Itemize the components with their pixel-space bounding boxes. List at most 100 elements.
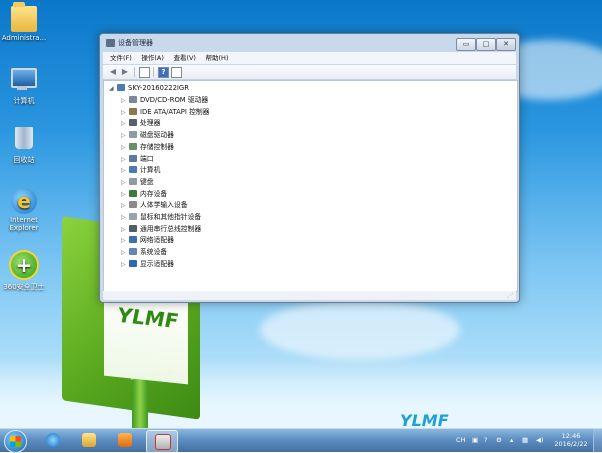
computer-icon-wrap [11,68,37,94]
tree-item[interactable]: ▷ 内存设备 [121,189,167,200]
user-folder-icon [11,2,37,32]
tree-item[interactable]: ▷ 通用串行总线控制器 [121,224,201,235]
tree-root-label: SKY-20160222IGR [128,84,189,92]
tree-item[interactable]: ▷ 显示适配器 [121,259,174,270]
taskbar-media-player[interactable] [110,430,140,451]
expand-arrow-icon[interactable]: ▷ [121,142,129,153]
expand-arrow-icon[interactable]: ▷ [121,224,129,235]
minimize-button[interactable]: ▭ [456,38,476,51]
tree-item[interactable]: ▷ 磁盘驱动器 [121,130,174,141]
tree-item[interactable]: ▷ 人体学输入设备 [121,200,188,211]
360-safe-icon: + [9,250,39,280]
tree-item[interactable]: ▷ 鼠标和其他指针设备 [121,212,201,223]
taskbar-explorer[interactable] [74,430,104,451]
help-icon[interactable]: ? [158,67,169,78]
show-desktop-button[interactable] [593,429,602,452]
tree-item-label: 通用串行总线控制器 [140,224,202,233]
desktop-icon-internet-explorer[interactable]: e Internet Explorer [0,188,48,232]
tree-item[interactable]: ▷ 计算机 [121,165,160,176]
expand-arrow-icon[interactable]: ▷ [121,154,129,165]
desktop-icon-recycle-bin[interactable]: 回收站 [0,127,48,165]
expand-arrow-icon[interactable]: ▷ [121,235,129,246]
expand-arrow-icon[interactable]: ▷ [121,259,129,270]
properties-icon[interactable] [139,67,150,78]
close-button[interactable]: ✕ [496,38,516,51]
desktop-icon-computer[interactable]: 计算机 [0,68,48,106]
keyboard-icon [129,177,137,185]
device-manager-icon [106,39,115,47]
menu-action[interactable]: 操作(A) [141,52,164,64]
processor-icon [129,119,137,127]
help-icon[interactable]: ? [484,436,487,444]
tree-item-label: 系统设备 [140,248,168,257]
menu-view[interactable]: 查看(V) [173,52,196,64]
expand-arrow-icon[interactable]: ▷ [121,200,129,211]
show-hidden-icons-button[interactable]: ▴ [510,436,513,444]
tree-item[interactable]: ▷ 网络适配器 [121,235,174,246]
expand-arrow-icon[interactable]: ▷ [121,212,129,223]
expand-arrow-icon[interactable]: ▷ [121,165,129,176]
desktop-icon-360-safe[interactable]: + 360安全卫士 [0,250,48,292]
desktop-icon-label: 计算机 [13,97,35,105]
tree-item[interactable]: ▷ 处理器 [121,118,160,129]
back-arrow-icon[interactable]: ◀ [108,67,118,77]
menu-file[interactable]: 文件(F) [110,52,132,64]
clock[interactable]: 12:46 2016/2/22 [552,432,590,448]
clock-date: 2016/2/22 [554,440,588,448]
expand-arrow-icon[interactable]: ▷ [121,107,129,118]
computer-icon [11,68,37,88]
resize-grip-icon[interactable]: ⋰ [507,292,513,299]
expand-arrow-icon[interactable]: ▷ [121,177,129,188]
language-indicator[interactable]: CH [456,436,465,444]
tree-item-label: 处理器 [140,119,161,128]
expand-arrow-icon[interactable]: ▷ [121,118,129,129]
tree-item[interactable]: ▷ 端口 [121,154,154,165]
usb-icon [129,224,137,232]
internet-explorer-icon: e [11,188,37,214]
recycle-bin-icon-wrap [11,127,37,153]
tree-item-label: 内存设备 [140,189,168,198]
ide-controller-icon [129,107,137,115]
port-icon [129,154,137,162]
tree-item[interactable]: ▷ 键盘 [121,177,154,188]
window-titlebar[interactable]: 设备管理器 ▭ □ ✕ [100,34,519,52]
tree-item-label: 鼠标和其他指针设备 [140,213,202,221]
settings-icon[interactable]: ⚙ [496,436,502,444]
network-icon[interactable]: ▦ [522,436,528,444]
desktop-icon-label: 回收站 [13,156,35,164]
tree-item-label: 计算机 [140,166,161,175]
volume-icon[interactable]: ◀) [536,436,544,444]
ime-icon[interactable]: ▣ [472,436,478,444]
start-button[interactable] [4,430,27,453]
expand-arrow-icon[interactable]: ▷ [121,130,129,141]
system-device-icon [129,248,137,256]
forward-arrow-icon[interactable]: ▶ [120,67,130,77]
tree-item-label: 端口 [140,154,154,163]
tree-item[interactable]: ▷ DVD/CD-ROM 驱动器 [121,95,208,106]
desktop-icon-administrator[interactable]: Administra... [0,2,48,42]
device-tree[interactable]: ◢ SKY-20160222IGR ▷ DVD/CD-ROM 驱动器 ▷ IDE ATA… [103,80,518,292]
computer-icon [117,84,125,91]
taskbar-device-manager[interactable] [146,430,178,453]
show-hidden-icon[interactable] [171,67,182,78]
hid-icon [129,201,137,209]
device-manager-icon [155,434,171,450]
tree-item[interactable]: ▷ 存储控制器 [121,142,174,153]
taskbar-ie[interactable] [38,430,68,451]
expand-arrow-icon[interactable]: ▷ [121,189,129,200]
tree-item-label: 存储控制器 [140,142,174,151]
expand-arrow-icon[interactable]: ◢ [109,83,117,94]
expand-arrow-icon[interactable]: ▷ [121,95,129,106]
device-manager-window[interactable]: 设备管理器 ▭ □ ✕ 文件(F) 操作(A) 查看(V) 帮助(H) ◀ ▶ … [99,33,520,303]
tree-item[interactable]: ▷ 系统设备 [121,247,167,258]
maximize-button[interactable]: □ [476,38,496,51]
wallpaper-corner-logo: YLMF [400,411,449,428]
expand-arrow-icon[interactable]: ▷ [121,247,129,258]
desktop-icon-label: Administra... [1,34,47,42]
internet-explorer-icon [46,433,60,447]
tree-root[interactable]: ◢ SKY-20160222IGR [109,83,189,94]
menu-help[interactable]: 帮助(H) [206,52,229,64]
tree-item-label: 人体学输入设备 [140,201,188,210]
toolbar: ◀ ▶ ? [103,65,516,80]
tree-item[interactable]: ▷ IDE ATA/ATAPI 控制器 [121,107,209,118]
